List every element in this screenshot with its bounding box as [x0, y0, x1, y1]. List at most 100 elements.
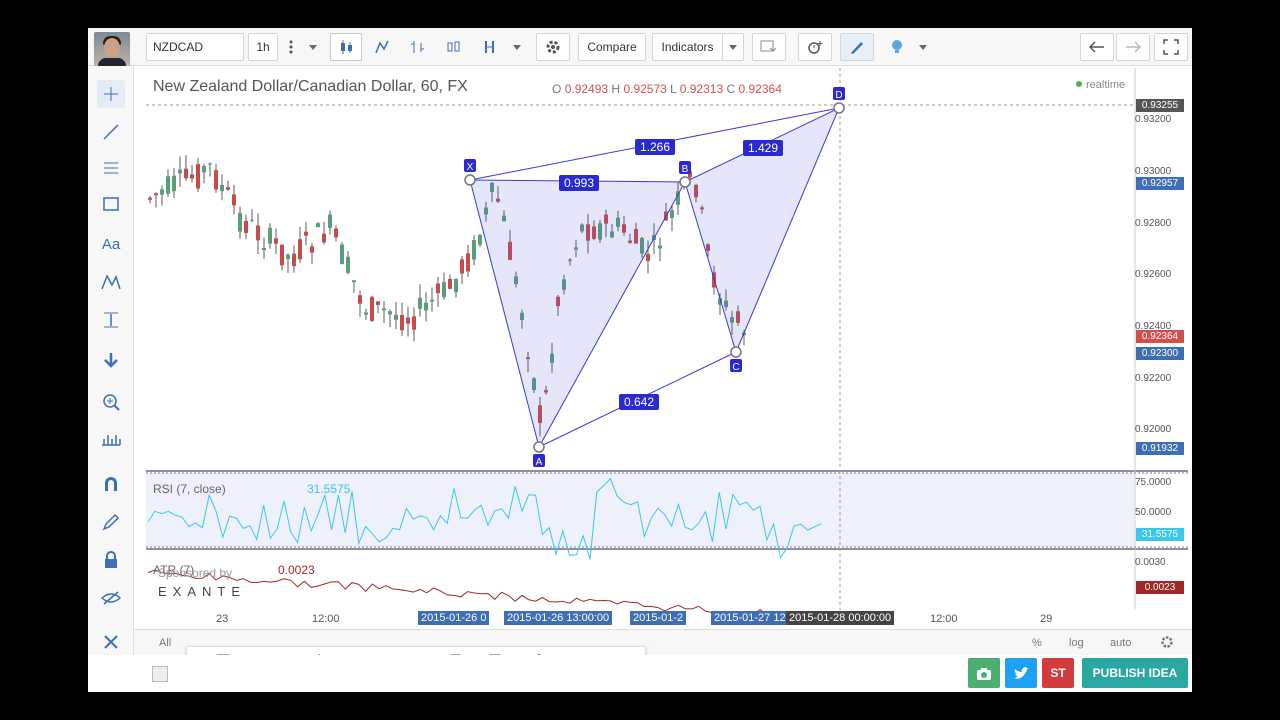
candle-body: [442, 282, 446, 298]
candle-body: [334, 228, 338, 238]
candle-body: [400, 314, 404, 331]
price-tag-a: 0.91932: [1136, 442, 1184, 455]
candle-body: [370, 296, 374, 321]
chart-title: New Zealand Dollar/Canadian Dollar, 60, …: [153, 78, 468, 95]
candle-body: [394, 314, 398, 320]
candle-body: [406, 317, 410, 324]
candle-body: [202, 165, 206, 173]
candle-body: [358, 295, 362, 304]
candle-body: [292, 253, 296, 267]
atr-tag: 0.0023: [1136, 581, 1184, 594]
rsi-tag: 31.5575: [1136, 528, 1184, 541]
time-label-hl: 2015-01-26 0: [418, 611, 490, 625]
candle-body: [232, 194, 236, 206]
pattern-point-label: C: [732, 362, 739, 373]
candle-body: [454, 278, 458, 293]
color-swatch[interactable]: [152, 666, 168, 682]
rsi-axis-label: 75.0000: [1135, 477, 1172, 488]
pattern-point-label: X: [467, 162, 474, 173]
candle-body: [418, 297, 422, 309]
price-axis-label: 0.92000: [1135, 424, 1172, 435]
candle-body: [154, 193, 158, 196]
candle-body: [250, 219, 254, 221]
candle-body: [298, 239, 302, 260]
candle-body: [178, 169, 182, 174]
twitter-icon[interactable]: [1005, 658, 1037, 688]
pattern-point-handle[interactable]: [464, 174, 476, 186]
candle-body: [184, 168, 188, 179]
stocktwits-button[interactable]: ST: [1042, 658, 1074, 688]
candle-body: [304, 231, 308, 236]
rsi-axis-label: 50.0000: [1135, 507, 1172, 518]
pattern-point-handle[interactable]: [679, 176, 691, 188]
candle-body: [244, 220, 248, 233]
candle-body: [274, 238, 278, 244]
publish-idea-button[interactable]: PUBLISH IDEA: [1082, 658, 1188, 688]
candle-body: [466, 253, 470, 272]
price-axis-label: 0.92600: [1135, 269, 1172, 280]
pattern-ratio-label: 1.266: [640, 140, 670, 154]
trash-tools-icon[interactable]: [97, 628, 125, 656]
camera-icon[interactable]: [968, 658, 1000, 688]
candle-body: [316, 223, 320, 228]
candle-body: [436, 283, 440, 294]
time-label: 12:00: [930, 613, 958, 625]
realtime-indicator: realtime: [1076, 79, 1125, 91]
time-label-hl: 2015-01-26 13:00:00: [504, 611, 613, 625]
pattern-ratio-label: 0.642: [624, 395, 654, 409]
price-axis-label: 0.92800: [1135, 218, 1172, 229]
candle-body: [190, 174, 194, 179]
candle-body: [256, 225, 260, 241]
candle-body: [220, 185, 224, 192]
candle-body: [310, 246, 314, 253]
candle-body: [280, 244, 284, 266]
candle-body: [472, 239, 476, 260]
pattern-ratio-label: 0.993: [564, 176, 594, 190]
candle-body: [172, 175, 176, 192]
atr-value: 0.0023: [278, 563, 315, 577]
rsi-label[interactable]: RSI (7, close): [153, 482, 226, 496]
candle-body: [160, 189, 164, 195]
auto-button[interactable]: auto: [1110, 637, 1131, 649]
candle-body: [208, 163, 212, 165]
pattern-point-handle[interactable]: [833, 102, 845, 114]
pattern-point-handle[interactable]: [730, 346, 742, 358]
candle-body: [226, 187, 230, 190]
range-all-button[interactable]: All: [159, 637, 171, 649]
candle-body: [376, 301, 380, 306]
atr-axis-label: 0.0030: [1135, 557, 1166, 568]
price-tag-b: 0.92957: [1136, 177, 1184, 190]
candle-body: [352, 280, 356, 283]
candle-body: [382, 308, 386, 311]
candle-body: [412, 316, 416, 330]
log-button[interactable]: log: [1069, 637, 1084, 649]
candle-body: [658, 245, 662, 249]
pattern-point-label: D: [835, 90, 842, 101]
rsi-value: 31.5575: [307, 482, 351, 496]
tradingview-app: NZDCAD 1h Compare Indicators Aa X A B C …: [88, 28, 1192, 692]
pattern-point-handle[interactable]: [533, 441, 545, 453]
price-axis-label: 0.93200: [1135, 114, 1172, 125]
candle-body: [166, 176, 170, 194]
candle-body: [364, 312, 368, 315]
candle-body: [328, 214, 332, 228]
price-tag-d: 0.93255: [1136, 99, 1184, 112]
percent-button[interactable]: %: [1032, 637, 1042, 649]
candle-body: [670, 210, 674, 218]
candle-body: [286, 254, 290, 259]
axis-settings-icon[interactable]: [1160, 635, 1174, 652]
price-tag-last: 0.92364: [1136, 330, 1184, 343]
candle-body: [148, 197, 152, 200]
ohlc-readout: O 0.92493 H 0.92573 L 0.92313 C 0.92364: [552, 82, 782, 96]
time-label: 12:00: [312, 613, 340, 625]
candle-body: [322, 233, 326, 243]
candle-body: [646, 253, 650, 262]
candle-body: [196, 164, 200, 189]
time-axis: 23 12:00 2015-01-26 0 2015-01-26 13:00:0…: [146, 610, 1136, 628]
candle-body: [424, 302, 428, 311]
chart-canvas[interactable]: X A B C D 1.266 1.429 0.993 0.642: [88, 28, 1192, 628]
candle-body: [388, 311, 392, 315]
pattern-ratio-label: 1.429: [748, 141, 778, 155]
sponsor-brand[interactable]: EXANTE: [158, 584, 246, 599]
candle-body: [346, 256, 350, 273]
